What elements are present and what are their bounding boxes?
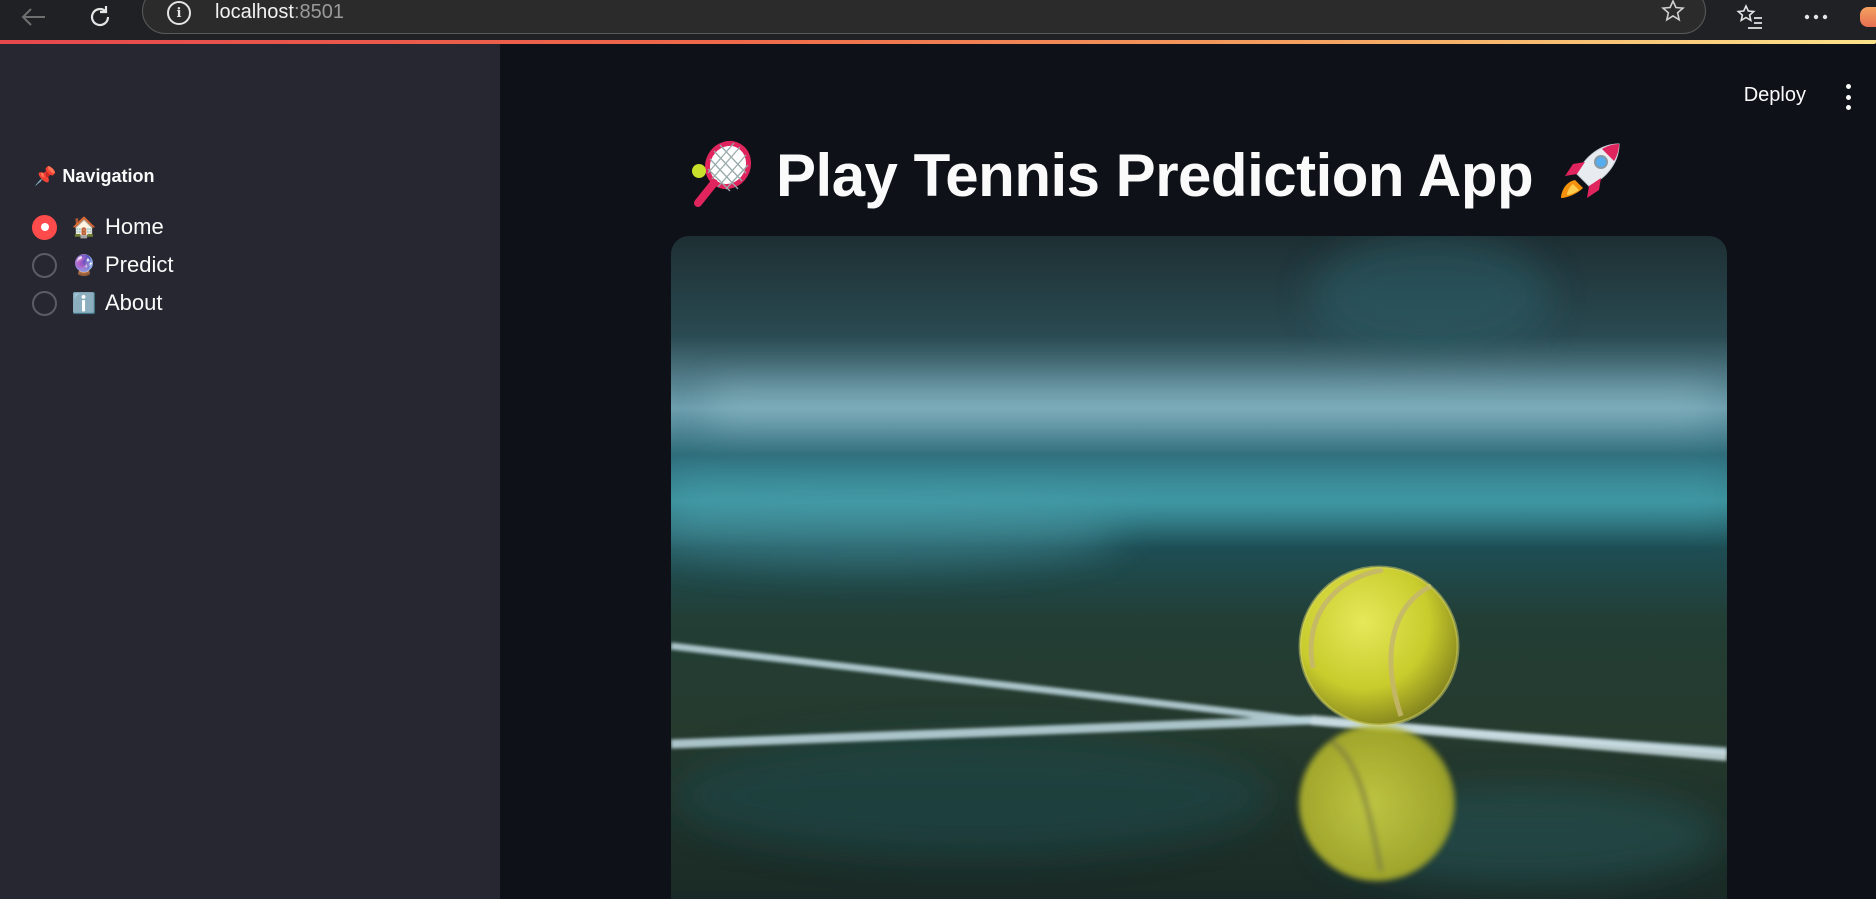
url-text: localhost:8501 — [215, 1, 344, 24]
back-arrow-icon[interactable] — [14, 0, 54, 34]
page-title-text: Play Tennis Prediction App — [776, 141, 1534, 209]
nav-radio-label: Predict — [105, 252, 174, 277]
nav-radio-label: Home — [105, 214, 164, 239]
url-host: localhost — [215, 1, 294, 23]
tennis-racket-icon — [690, 139, 754, 211]
navigation-radio-group: 🏠 Home 🔮 Predict ℹ️ About — [32, 208, 173, 322]
radio-button[interactable] — [32, 252, 57, 278]
info-icon: ℹ️ — [71, 291, 97, 315]
favorites-list-icon[interactable] — [1730, 0, 1770, 34]
nav-radio-about[interactable]: ℹ️ About — [32, 284, 173, 322]
main-menu-icon[interactable] — [1842, 84, 1854, 110]
deploy-button[interactable]: Deploy — [1744, 84, 1806, 107]
pushpin-icon: 📌 — [34, 166, 57, 186]
rocket-icon — [1555, 138, 1625, 212]
nav-radio-label: About — [105, 290, 163, 315]
crystal-ball-icon: 🔮 — [71, 253, 97, 277]
url-port: :8501 — [293, 1, 344, 23]
hero-image — [671, 236, 1727, 899]
radio-button[interactable] — [32, 290, 57, 316]
nav-radio-predict[interactable]: 🔮 Predict — [32, 246, 173, 284]
house-icon: 🏠 — [71, 215, 97, 239]
star-icon[interactable] — [1661, 0, 1685, 29]
profile-icon[interactable] — [1860, 0, 1876, 34]
more-horizontal-icon[interactable] — [1796, 0, 1836, 34]
address-bar[interactable]: i localhost:8501 — [142, 0, 1706, 34]
reload-icon[interactable] — [80, 0, 120, 34]
sidebar-title: 📌 Navigation — [34, 166, 154, 187]
sidebar-title-label: Navigation — [62, 166, 155, 186]
info-icon[interactable]: i — [167, 1, 191, 25]
browser-toolbar: i localhost:8501 — [0, 0, 1876, 42]
tennis-ball-on-court-photo — [671, 236, 1727, 899]
page-title: Play Tennis Prediction App — [690, 138, 1625, 212]
radio-button[interactable] — [32, 214, 57, 240]
sidebar: 📌 Navigation 🏠 Home 🔮 Predict ℹ️ About — [0, 44, 500, 899]
nav-radio-home[interactable]: 🏠 Home — [32, 208, 173, 246]
